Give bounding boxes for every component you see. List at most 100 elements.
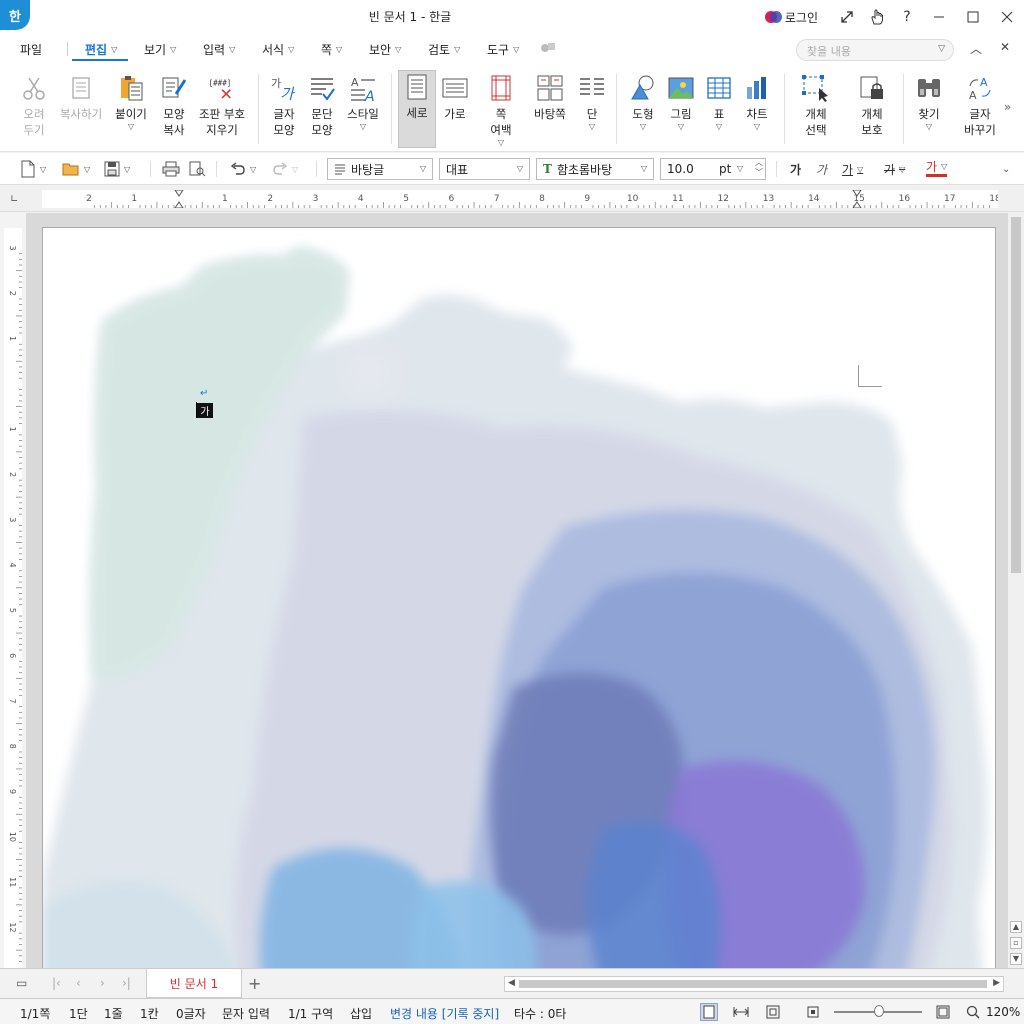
menu-file[interactable]: 파일 xyxy=(20,41,42,58)
find-button[interactable]: 찾기 ▽ xyxy=(912,72,946,152)
format-copy-button[interactable]: 모양 복사 xyxy=(155,72,193,152)
menu-addon-icon[interactable] xyxy=(540,41,556,55)
status-insert-mode[interactable]: 삽입 xyxy=(350,1005,372,1022)
status-zoom-level[interactable]: 120% xyxy=(986,1005,1020,1019)
chart-button[interactable]: 차트 ▽ xyxy=(740,72,774,152)
add-tab-button[interactable]: + xyxy=(248,974,261,993)
document-page[interactable]: ↵ 가 xyxy=(42,227,996,968)
font-size-stepper[interactable]: ︿ ﹀ xyxy=(755,158,763,178)
help-icon[interactable]: ? xyxy=(892,0,922,34)
protect-object-button[interactable]: 개체 보호 xyxy=(852,72,892,152)
close-button[interactable] xyxy=(990,0,1024,34)
underline-button[interactable]: 가 ▽ xyxy=(842,159,863,179)
scroll-page-down-button[interactable]: ▼ xyxy=(1010,953,1022,965)
paste-button[interactable]: 붙이기 ▽ xyxy=(111,72,151,152)
collapse-ribbon-icon[interactable]: ︿ xyxy=(970,40,982,57)
table-button[interactable]: 표 ▽ xyxy=(702,72,736,152)
new-document-button[interactable]: ▽ xyxy=(20,159,46,179)
font-select[interactable]: T 함초롬바탕 ▽ xyxy=(536,158,654,180)
shape-button[interactable]: 도형 ▽ xyxy=(624,72,662,152)
tab-list-icon[interactable]: ▭ xyxy=(16,976,27,990)
style-select[interactable]: 바탕글 ▽ xyxy=(327,158,433,180)
search-input[interactable]: 찾을 내용 ▽ xyxy=(796,39,954,61)
horizontal-scroll-thumb[interactable] xyxy=(519,980,987,988)
background-page-button[interactable]: 바탕쪽 xyxy=(528,72,572,152)
horizontal-ruler[interactable]: 2 1 1 2 3 4 5 6 7 8 9 10 11 12 13 14 15 16 17 18 xyxy=(42,189,1001,209)
horizontal-scrollbar[interactable]: ◀ ▶ xyxy=(504,976,1004,992)
clear-codes-icon: [###] xyxy=(207,72,237,104)
zoom-out-icon[interactable] xyxy=(804,1003,822,1021)
zoom-in-icon[interactable] xyxy=(934,1003,952,1021)
print-button[interactable] xyxy=(162,159,180,179)
open-button[interactable]: ▽ xyxy=(62,159,90,179)
portrait-button[interactable]: 세로 xyxy=(398,70,436,148)
vertical-ruler[interactable]: 3 2 1 1 2 3 4 5 6 7 8 9 10 11 12 xyxy=(4,228,22,968)
strikethrough-button[interactable]: 가 ▽ xyxy=(884,159,905,179)
toolbar-separator xyxy=(150,161,151,177)
print-preview-button[interactable] xyxy=(188,159,206,179)
cut-button[interactable]: 오려 두기 xyxy=(14,72,54,152)
ribbon-more-icon[interactable]: » xyxy=(1004,100,1011,114)
status-track-changes[interactable]: 변경 내용 [기록 중지] xyxy=(390,1005,499,1022)
columns-button[interactable]: 단 ▽ xyxy=(576,72,608,152)
scroll-page-toggle-button[interactable]: ▫ xyxy=(1010,937,1022,949)
scroll-left-icon[interactable]: ◀ xyxy=(508,978,515,988)
status-page[interactable]: 1/1쪽 xyxy=(20,1005,50,1022)
first-tab-icon[interactable]: |‹ xyxy=(52,976,61,990)
menu-security[interactable]: 보안 ▽ xyxy=(369,41,401,58)
font-size-input[interactable]: 10.0 pt ▽ ︿ ﹀ xyxy=(660,158,766,180)
fit-width-icon[interactable] xyxy=(732,1003,750,1021)
clipboard-icon xyxy=(116,72,146,104)
save-button[interactable]: ▽ xyxy=(104,159,130,179)
menu-view[interactable]: 보기 ▽ xyxy=(144,41,176,58)
page-view-icon[interactable] xyxy=(700,1003,718,1021)
svg-text:[###]: [###] xyxy=(209,79,232,88)
scroll-right-icon[interactable]: ▶ xyxy=(993,978,1000,988)
maximize-button[interactable] xyxy=(956,0,990,34)
menu-format[interactable]: 서식 ▽ xyxy=(262,41,294,58)
zoom-slider-thumb[interactable] xyxy=(874,1005,884,1017)
vertical-scrollbar[interactable]: ▲ ▫ ▼ xyxy=(1008,213,1024,968)
italic-button[interactable]: 가 xyxy=(816,159,827,179)
replace-button[interactable]: AA 글자 바꾸기 xyxy=(960,72,1000,152)
expand-icon[interactable] xyxy=(832,0,862,34)
tab-document-1[interactable]: 빈 문서 1 xyxy=(146,969,242,998)
ruler-tick-label: 12 xyxy=(717,194,728,204)
next-tab-icon[interactable]: › xyxy=(100,976,105,990)
hand-icon[interactable] xyxy=(862,0,892,34)
select-object-button[interactable]: 개체 선택 xyxy=(796,72,836,152)
page-margin-button[interactable]: 쪽 여백 ▽ xyxy=(482,72,520,152)
vertical-scroll-thumb[interactable] xyxy=(1011,217,1021,573)
scroll-page-up-button[interactable]: ▲ xyxy=(1010,921,1022,933)
menu-insert[interactable]: 입력 ▽ xyxy=(203,41,235,58)
style-button[interactable]: AA 스타일 ▽ xyxy=(342,72,384,152)
fit-page-icon[interactable] xyxy=(764,1003,782,1021)
redo-button[interactable]: ▽ xyxy=(272,159,298,179)
clear-codes-button[interactable]: [###] 조판 부호 지우기 xyxy=(196,72,248,152)
picture-button[interactable]: 그림 ▽ xyxy=(663,72,699,152)
minimize-button[interactable] xyxy=(922,0,956,34)
menu-edit[interactable]: 편집 ▽ xyxy=(85,41,117,58)
para-shape-button[interactable]: 문단 모양 xyxy=(304,72,340,152)
left-indent-marker[interactable] xyxy=(174,189,184,209)
landscape-button[interactable]: 가로 xyxy=(437,72,473,152)
undo-button[interactable]: ▽ xyxy=(230,159,256,179)
magnifier-icon[interactable] xyxy=(964,1003,982,1021)
last-tab-icon[interactable]: ›| xyxy=(122,976,131,990)
language-select[interactable]: 대표 ▽ xyxy=(439,158,530,180)
font-color-button[interactable]: 가 ▽ xyxy=(926,159,948,177)
bold-button[interactable]: 가 xyxy=(790,159,801,179)
document-area[interactable]: ↵ 가 xyxy=(26,213,1008,968)
menu-tools[interactable]: 도구 ▽ xyxy=(487,41,519,58)
login-button[interactable]: 로그인 xyxy=(764,9,818,26)
tab-stop-selector[interactable]: ∟ xyxy=(10,194,18,205)
menu-page[interactable]: 쪽 ▽ xyxy=(321,41,342,58)
chevron-down-icon: ▽ xyxy=(640,164,647,173)
char-shape-button[interactable]: 가가 글자 모양 xyxy=(266,72,302,152)
margin-corner-mark xyxy=(858,365,882,387)
close-doc-icon[interactable]: ✕ xyxy=(1000,40,1010,54)
copy-button[interactable]: 복사하기 xyxy=(56,72,106,152)
menu-review[interactable]: 검토 ▽ xyxy=(428,41,460,58)
toolbar-more-icon[interactable]: ⌄ xyxy=(1002,159,1010,179)
prev-tab-icon[interactable]: ‹ xyxy=(76,976,81,990)
